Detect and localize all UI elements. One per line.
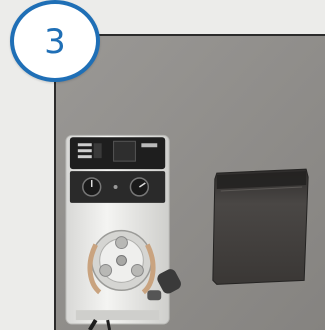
product-photo: [54, 34, 325, 330]
step-number-badge: 3: [10, 0, 100, 82]
pump-photo-illustration: [56, 36, 325, 330]
step-number: 3: [44, 22, 66, 62]
instruction-frame: 3: [0, 0, 325, 330]
pump-body: [65, 134, 181, 330]
pump-cover: [212, 168, 309, 285]
